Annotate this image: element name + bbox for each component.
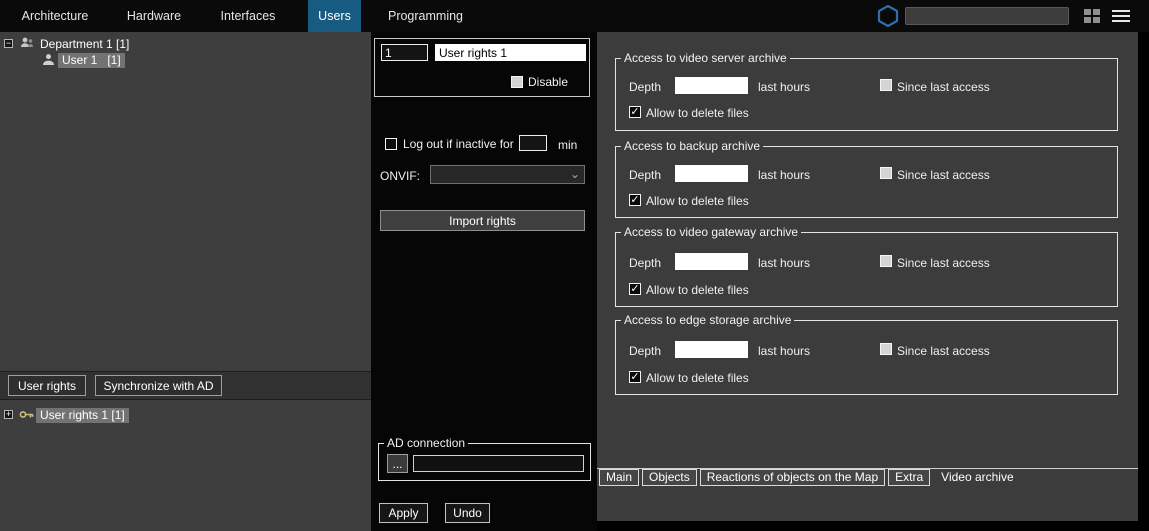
since-last-access-checkbox[interactable] [880,167,892,179]
key-icon [19,409,34,423]
last-hours-label: last hours [758,168,810,182]
search-input[interactable] [905,7,1069,25]
allow-delete-checkbox[interactable]: ✓ [629,106,641,118]
tab-users[interactable]: Users [308,0,361,32]
allow-delete-label: Allow to delete files [646,106,749,120]
tab-video-archive[interactable]: Video archive [933,469,1022,486]
archive-group-edge-storage: Access to edge storage archive Depth las… [615,320,1118,395]
tree-item-user-selected[interactable]: User 1 [1] [58,53,125,68]
since-last-access-label: Since last access [897,344,990,358]
allow-delete-label: Allow to delete files [646,371,749,385]
ad-browse-button[interactable]: ... [387,454,408,473]
checkmark-icon: ✓ [630,283,639,295]
depth-label: Depth [629,256,661,270]
tab-reactions-of-objects-on-the-map[interactable]: Reactions of objects on the Map [700,469,885,486]
user-rights-button[interactable]: User rights [8,375,86,396]
settings-tab-strip: Main Objects Reactions of objects on the… [597,468,1138,487]
tree-toolbar: User rights Synchronize with AD [0,371,371,400]
depth-label: Depth [629,344,661,358]
depth-label: Depth [629,80,661,94]
disable-checkbox[interactable] [511,76,523,88]
since-last-access-label: Since last access [897,80,990,94]
last-hours-label: last hours [758,344,810,358]
group-title: Access to edge storage archive [621,313,794,327]
ad-connection-field[interactable] [413,455,584,472]
user-icon [42,53,55,69]
last-hours-label: last hours [758,80,810,94]
allow-delete-checkbox[interactable]: ✓ [629,283,641,295]
identity-box: Disable [374,38,590,97]
since-last-access-label: Since last access [897,256,990,270]
depth-label: Depth [629,168,661,182]
import-rights-button[interactable]: Import rights [380,210,585,231]
object-editor-panel: Disable Log out if inactive for min ONVI… [371,32,597,531]
onvif-dropdown[interactable]: ⌄ [430,165,585,184]
allow-delete-label: Allow to delete files [646,283,749,297]
top-navigation-bar: Architecture Hardware Interfaces Users P… [0,0,1149,32]
apply-button[interactable]: Apply [379,503,428,523]
checkmark-icon: ✓ [630,194,639,206]
allow-delete-checkbox[interactable]: ✓ [629,194,641,206]
department-icon [20,36,34,53]
since-last-access-checkbox[interactable] [880,343,892,355]
tab-interfaces[interactable]: Interfaces [212,0,284,32]
expand-toggle-icon[interactable]: + [4,410,13,419]
onvif-label: ONVIF: [380,169,420,183]
tab-main[interactable]: Main [599,469,639,486]
minutes-unit-label: min [558,138,577,152]
tree-item-user-rights-selected[interactable]: User rights 1 [1] [36,408,129,423]
object-name-field[interactable] [435,44,586,61]
group-title: Access to video gateway archive [621,225,801,239]
archive-group-backup: Access to backup archive Depth last hour… [615,146,1118,218]
tab-objects[interactable]: Objects [642,469,697,486]
synchronize-with-ad-button[interactable]: Synchronize with AD [95,375,222,396]
collapse-toggle-icon[interactable]: − [4,39,13,48]
allow-delete-checkbox[interactable]: ✓ [629,371,641,383]
ad-connection-groupbox: AD connection ... [378,443,591,481]
layout-grid-icon[interactable] [1084,9,1101,24]
video-archive-settings-panel: Access to video server archive Depth las… [597,32,1138,521]
logout-inactive-checkbox[interactable] [385,138,397,150]
app-logo-hexagon-icon [877,4,899,31]
archive-group-video-server: Access to video server archive Depth las… [615,58,1118,131]
app-window: Architecture Hardware Interfaces Users P… [0,0,1149,531]
disable-label: Disable [528,75,568,89]
tab-hardware[interactable]: Hardware [118,0,190,32]
tab-architecture[interactable]: Architecture [17,0,93,32]
last-hours-label: last hours [758,256,810,270]
since-last-access-label: Since last access [897,168,990,182]
allow-delete-label: Allow to delete files [646,194,749,208]
depth-field[interactable] [675,341,748,358]
tree-item-department[interactable]: Department 1 [1] [40,37,129,52]
logout-minutes-field[interactable] [519,135,547,151]
group-title: Access to video server archive [621,51,790,65]
tab-extra[interactable]: Extra [888,469,930,486]
group-title: Access to backup archive [621,139,763,153]
ad-connection-group-label: AD connection [384,436,468,450]
checkmark-icon: ✓ [630,371,639,383]
users-tree-panel: − Department 1 [1] User 1 [1] User right… [0,32,371,531]
depth-field[interactable] [675,253,748,270]
depth-field[interactable] [675,165,748,182]
tab-programming[interactable]: Programming [383,0,468,32]
logout-inactive-label: Log out if inactive for [403,137,514,151]
since-last-access-checkbox[interactable] [880,79,892,91]
chevron-down-icon: ⌄ [570,166,580,183]
checkmark-icon: ✓ [630,106,639,118]
depth-field[interactable] [675,77,748,94]
hamburger-menu-icon[interactable] [1112,10,1130,23]
object-id-field[interactable] [381,44,428,61]
archive-group-video-gateway: Access to video gateway archive Depth la… [615,232,1118,307]
since-last-access-checkbox[interactable] [880,255,892,267]
undo-button[interactable]: Undo [445,503,490,523]
